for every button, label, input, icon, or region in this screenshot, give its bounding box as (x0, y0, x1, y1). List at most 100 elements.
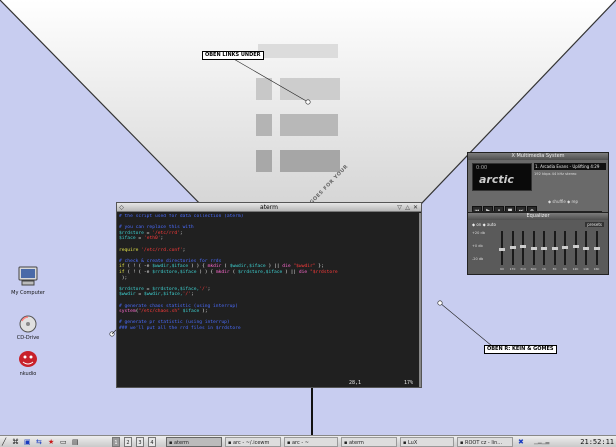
terminal-token: ; (160, 236, 164, 242)
eq-band-knob[interactable] (530, 246, 537, 250)
monitor-icon[interactable]: ▤ (72, 437, 79, 447)
task-aterm[interactable]: ▪ aterm (166, 437, 222, 447)
eq-band-slider[interactable]: 600 (530, 231, 538, 271)
equalizer-titlebar[interactable]: Equalizer (468, 213, 608, 220)
eq-band-knob[interactable] (551, 246, 558, 250)
star-icon[interactable]: ★ (48, 437, 54, 447)
eq-band-slider[interactable]: 16K (593, 231, 601, 271)
terminal-token: "$wwdir" (293, 264, 316, 270)
eq-band-slider[interactable]: 310 (519, 231, 527, 271)
terminal-token: # check & create directories for rrds (119, 258, 222, 264)
task-lux[interactable]: ▪ LuX (400, 437, 454, 447)
terminal-text[interactable]: # the script used for data collection (a… (119, 214, 419, 377)
clock[interactable]: 21:52:11 (580, 437, 614, 447)
xmms-titlebar[interactable]: X Multimedia System (468, 153, 608, 160)
terminal-token: ); (199, 309, 208, 315)
wallpaper-callout-right: OBEN R: KEIN & GOMES (484, 345, 557, 354)
cd-drive-icon (19, 315, 37, 333)
desktop-icon-my-computer[interactable]: My Computer (6, 265, 50, 296)
desktop-icon-label: nkudio (19, 371, 37, 377)
task-label: arc - ~ (291, 440, 309, 446)
eq-band-slider[interactable]: 60 (498, 231, 506, 271)
eq-band-knob[interactable] (541, 247, 547, 251)
xmms-equalizer-window[interactable]: Equalizer ◆ on ◆ auto presets +20 db +0 … (467, 212, 609, 275)
xmms-options[interactable]: ◆ shuffle ◆ rep (548, 199, 578, 204)
equalizer-preamp[interactable]: +20 db +0 db -20 db (472, 231, 494, 269)
desktop-icon-label: CD-Drive (16, 335, 40, 341)
eq-band-knob[interactable] (572, 244, 579, 248)
xmms-controls: ⏮▶⏸■⏭⏏ (472, 197, 538, 215)
xmms-time: 0:00 (476, 165, 488, 171)
equalizer-presets-button[interactable]: presets (585, 222, 604, 227)
task-arc[interactable]: ▪ arc - ~ (284, 437, 338, 447)
eq-band-knob[interactable] (562, 245, 568, 249)
eq-band-knob[interactable] (520, 244, 526, 248)
terminal-token: 'eth0' (143, 236, 161, 242)
maximize-icon[interactable]: △ (404, 204, 411, 211)
terminal-window[interactable]: ◇ aterm ▽ △ ✕ # the script used for data… (116, 202, 422, 388)
eq-band-label: 170 (509, 267, 516, 271)
workspace-4[interactable]: 4 (148, 437, 156, 447)
eq-band-label: 3K (552, 267, 557, 271)
desktop-icon-cd-drive[interactable]: CD-Drive (6, 314, 50, 341)
xmms-info-panel: 1. Arcadia Evans - Uplifting 4:29 192 kb… (534, 163, 606, 191)
eq-band-label: 16K (593, 267, 600, 271)
terminal-token: "/etc/chaos.sh" (138, 309, 180, 315)
minimize-icon[interactable]: ▽ (396, 204, 403, 211)
terminal-token: $wwdir,$iface, (143, 292, 183, 298)
scroll-percent: 17% (403, 380, 413, 386)
terminal-token: ( (221, 264, 230, 270)
terminal-token: $rrdstore (119, 286, 144, 292)
wall-bar (256, 78, 272, 100)
terminal-token: die (298, 269, 308, 275)
terminal-token: $rrdstore,$iface (238, 269, 283, 275)
eq-band-label: 12K (572, 267, 579, 271)
terminal-titlebar[interactable]: ◇ aterm ▽ △ ✕ (117, 203, 421, 212)
network-icon[interactable]: ⇆ (36, 437, 42, 447)
eq-band-knob[interactable] (593, 247, 600, 251)
terminal-token: '/' (199, 286, 208, 292)
eq-band-slider[interactable]: 14K (582, 231, 590, 271)
workspace-3[interactable]: 3 (136, 437, 144, 447)
terminal-icon[interactable]: ▣ (24, 437, 31, 447)
terminal-token: = (135, 292, 144, 298)
eq-band-label: 60 (500, 267, 504, 271)
terminal-scrollbar[interactable] (419, 213, 421, 387)
equalizer-toggles[interactable]: ◆ on ◆ auto (472, 222, 496, 227)
cursor-position: 28,1 (348, 380, 361, 386)
workspace-1[interactable]: 1 (112, 437, 120, 447)
tray-icon[interactable]: ✖ (518, 437, 524, 447)
eq-band-slider[interactable]: 1K (540, 231, 548, 271)
eq-band-slider[interactable]: 6K (561, 231, 569, 271)
terminal-token: '/' (182, 292, 191, 298)
eq-band-track (522, 231, 524, 265)
file-icon[interactable]: ▭ (60, 437, 67, 447)
computer-icon (18, 266, 38, 286)
run-icon[interactable]: ⌘ (12, 437, 19, 447)
desktop-icon-gnome[interactable]: nkudio (6, 348, 50, 377)
eq-band-knob[interactable] (509, 245, 516, 249)
eq-band-label: 600 (530, 267, 537, 271)
eq-band-slider[interactable]: 3K (551, 231, 559, 271)
terminal-token: ); (119, 275, 128, 281)
eq-band-knob[interactable] (583, 246, 589, 250)
workspace-2[interactable]: 2 (124, 437, 132, 447)
terminal-token: ( ! ( -e (124, 269, 153, 275)
terminal-token: ; (190, 292, 194, 298)
terminal-token: }; (315, 264, 324, 270)
terminal-line: ### we'll put all the rrd files in $rrds… (119, 326, 419, 332)
terminal-token: # generate pr statistic (using interrup) (119, 320, 230, 326)
task-aterm-2[interactable]: ▪ aterm (341, 437, 397, 447)
eq-band-knob[interactable] (499, 248, 505, 252)
slash-icon[interactable]: ╱ (2, 437, 6, 447)
task-root[interactable]: ▪ ROOT cz - lin... (457, 437, 513, 447)
task-arc-icewm[interactable]: ▪ arc - ~/.icewm (225, 437, 281, 447)
eq-band-slider[interactable]: 12K (572, 231, 580, 271)
terminal-token: $iface (182, 309, 200, 315)
eq-band-slider[interactable]: 170 (509, 231, 517, 271)
terminal-token: $rrdstore,$iface (152, 269, 197, 275)
terminal-token: '/etc/rrd.conf' (141, 247, 183, 253)
terminal-token: mkdir (215, 269, 230, 275)
close-icon[interactable]: ✕ (412, 204, 419, 211)
eq-band-label: 14K (583, 267, 589, 271)
